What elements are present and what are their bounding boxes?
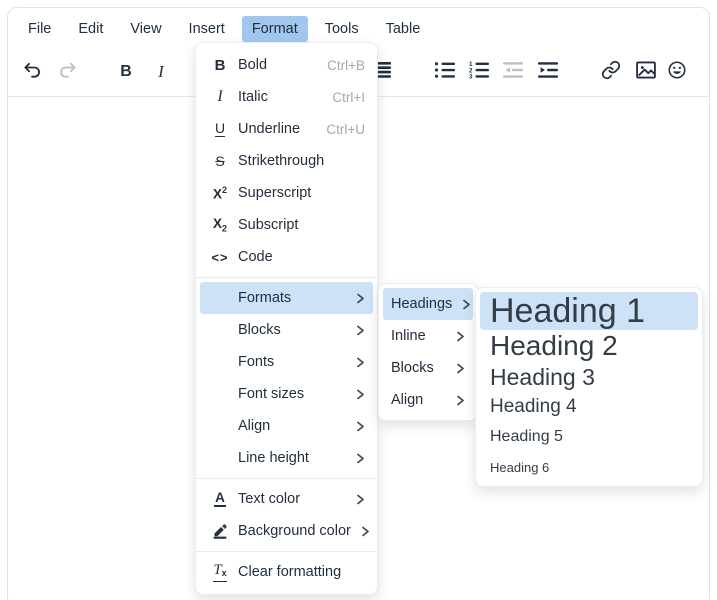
svg-text:3: 3	[469, 73, 473, 78]
italic-icon: I	[158, 62, 164, 82]
menu-edit[interactable]: Edit	[68, 16, 113, 42]
menu-item-heading-5[interactable]: Heading 5	[480, 421, 698, 452]
ordered-list-icon: 123	[469, 61, 489, 84]
menu-file[interactable]: File	[18, 16, 61, 42]
menu-item-bold[interactable]: B Bold Ctrl+B	[200, 49, 373, 81]
menu-table[interactable]: Table	[376, 16, 431, 42]
submenu-item-align[interactable]: Align	[383, 384, 473, 416]
clear-formatting-icon: Tx	[208, 563, 232, 582]
chevron-right-icon	[456, 331, 465, 342]
editor-window: File Edit View Insert Format Tools Table…	[0, 0, 717, 600]
shortcut-label: Ctrl+B	[327, 58, 365, 73]
chevron-right-icon	[356, 293, 365, 304]
format-menu-panel: B Bold Ctrl+B I Italic Ctrl+I U Underlin…	[195, 42, 378, 595]
strikethrough-icon: S	[208, 153, 232, 169]
italic-icon: I	[208, 88, 232, 106]
ordered-list-button[interactable]: 123	[464, 57, 494, 87]
chevron-right-icon	[456, 363, 465, 374]
menu-divider	[196, 478, 377, 479]
redo-icon	[58, 60, 78, 85]
chevron-right-icon	[356, 357, 365, 368]
subscript-icon: X2	[208, 216, 232, 234]
menu-item-heading-1[interactable]: Heading 1	[480, 292, 698, 330]
redo-button[interactable]	[53, 57, 83, 87]
chevron-right-icon	[356, 494, 365, 505]
menu-divider	[196, 277, 377, 278]
menu-item-superscript[interactable]: X2 Superscript	[200, 177, 373, 209]
menu-item-heading-2[interactable]: Heading 2	[480, 330, 698, 362]
menu-item-background-color[interactable]: Background color	[200, 515, 373, 547]
background-color-icon	[208, 523, 232, 539]
formats-submenu-panel: Headings Inline Blocks Align	[378, 283, 478, 421]
chevron-right-icon	[356, 325, 365, 336]
menu-item-fonts[interactable]: Fonts	[200, 346, 373, 378]
shortcut-label: Ctrl+U	[326, 122, 365, 137]
menu-item-italic[interactable]: I Italic Ctrl+I	[200, 81, 373, 113]
menu-format[interactable]: Format	[242, 16, 308, 42]
menu-item-formats[interactable]: Formats	[200, 282, 373, 314]
link-icon	[601, 60, 621, 85]
menu-item-align[interactable]: Align	[200, 410, 373, 442]
menu-item-text-color[interactable]: A Text color	[200, 483, 373, 515]
submenu-item-headings[interactable]: Headings	[383, 288, 473, 320]
superscript-icon: X2	[208, 185, 232, 202]
unordered-list-button[interactable]	[430, 57, 460, 87]
link-button[interactable]	[596, 57, 626, 87]
menu-item-subscript[interactable]: X2 Subscript	[200, 209, 373, 241]
undo-button[interactable]	[17, 57, 47, 87]
bold-icon: B	[120, 63, 132, 81]
submenu-item-inline[interactable]: Inline	[383, 320, 473, 352]
indent-button[interactable]	[533, 57, 563, 87]
menu-item-strikethrough[interactable]: S Strikethrough	[200, 145, 373, 177]
outdent-button[interactable]	[498, 57, 528, 87]
chevron-right-icon	[462, 299, 471, 310]
code-icon: <>	[208, 250, 232, 265]
chevron-right-icon	[356, 453, 365, 464]
italic-button[interactable]: I	[146, 57, 176, 87]
menu-item-heading-4[interactable]: Heading 4	[480, 392, 698, 421]
unordered-list-icon	[435, 61, 455, 84]
menu-item-underline[interactable]: U Underline Ctrl+U	[200, 113, 373, 145]
outdent-icon	[503, 61, 523, 84]
emoji-button[interactable]	[662, 57, 692, 87]
submenu-item-blocks[interactable]: Blocks	[383, 352, 473, 384]
bold-button[interactable]: B	[111, 57, 141, 87]
menu-divider	[196, 551, 377, 552]
text-color-icon: A	[208, 491, 232, 507]
menu-item-clear-formatting[interactable]: Tx Clear formatting	[200, 556, 373, 588]
shortcut-label: Ctrl+I	[332, 90, 365, 105]
menu-item-blocks[interactable]: Blocks	[200, 314, 373, 346]
image-icon	[636, 61, 656, 84]
bold-icon: B	[208, 57, 232, 74]
menu-tools[interactable]: Tools	[315, 16, 369, 42]
headings-submenu-panel: Heading 1 Heading 2 Heading 3 Heading 4 …	[475, 287, 703, 487]
menu-item-line-height[interactable]: Line height	[200, 442, 373, 474]
chevron-right-icon	[361, 526, 370, 537]
menu-insert[interactable]: Insert	[179, 16, 235, 42]
menu-item-heading-6[interactable]: Heading 6	[480, 452, 698, 482]
menu-view[interactable]: View	[120, 16, 171, 42]
underline-icon: U	[208, 121, 232, 137]
chevron-right-icon	[356, 421, 365, 432]
emoji-icon	[667, 60, 687, 85]
menu-item-code[interactable]: <> Code	[200, 241, 373, 273]
menu-item-heading-3[interactable]: Heading 3	[480, 362, 698, 392]
menu-item-font-sizes[interactable]: Font sizes	[200, 378, 373, 410]
undo-icon	[22, 60, 42, 85]
chevron-right-icon	[356, 389, 365, 400]
image-button[interactable]	[631, 57, 661, 87]
indent-icon	[538, 61, 558, 84]
chevron-right-icon	[456, 395, 465, 406]
